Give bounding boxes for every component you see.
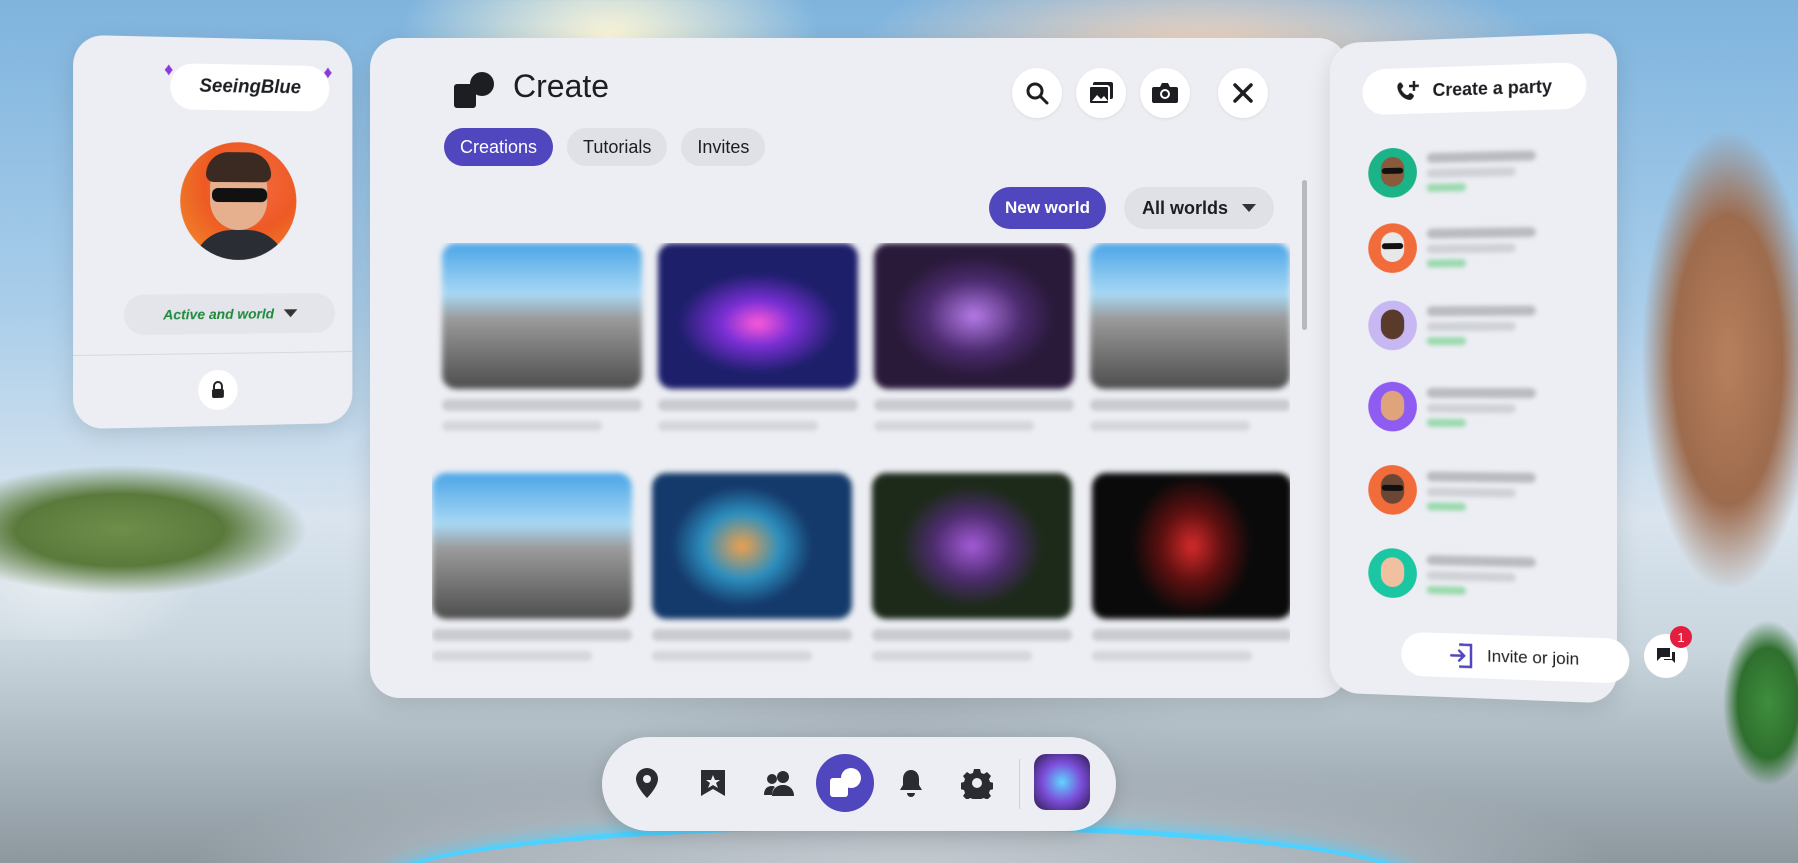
dock-create-button[interactable] xyxy=(816,754,874,812)
tab-creations[interactable]: Creations xyxy=(444,128,554,166)
new-world-button[interactable]: New world xyxy=(989,187,1107,229)
gallery-button[interactable] xyxy=(1076,68,1126,118)
world-card[interactable] xyxy=(1092,473,1290,661)
create-icon xyxy=(454,72,494,108)
search-icon xyxy=(1026,82,1049,105)
camera-button[interactable] xyxy=(1140,68,1190,118)
friend-avatar xyxy=(1368,222,1417,274)
camera-icon xyxy=(1152,83,1178,103)
join-icon xyxy=(1449,642,1475,669)
current-world-thumbnail[interactable] xyxy=(1034,754,1090,810)
chat-button[interactable]: 1 xyxy=(1644,626,1692,678)
worlds-filter-dropdown[interactable]: All worlds xyxy=(1124,187,1275,229)
world-thumbnail xyxy=(1090,243,1290,389)
world-thumbnail xyxy=(652,473,852,619)
world-card[interactable] xyxy=(432,473,632,661)
friend-avatar xyxy=(1368,547,1417,599)
friend-item[interactable] xyxy=(1368,299,1586,360)
add-call-icon xyxy=(1397,79,1420,101)
dock-people-button[interactable] xyxy=(750,754,808,812)
world-card[interactable] xyxy=(658,243,858,431)
divider xyxy=(73,351,353,357)
gem-icon: ♦ xyxy=(323,62,333,83)
username-label[interactable]: SeeingBlue xyxy=(170,63,330,112)
world-thumbnail xyxy=(1092,473,1290,619)
profile-panel: ♦ SeeingBlue ♦ Active and world xyxy=(73,34,353,430)
lock-icon xyxy=(211,381,225,399)
notification-badge: 1 xyxy=(1670,626,1692,648)
create-party-button[interactable]: Create a party xyxy=(1362,61,1587,116)
chevron-down-icon xyxy=(1242,204,1257,212)
friend-avatar xyxy=(1368,300,1417,351)
worlds-filter-label: All worlds xyxy=(1142,197,1229,218)
create-panel: Create Creations Tutorials Invites New w… xyxy=(370,38,1348,698)
world-card[interactable] xyxy=(874,243,1074,431)
tab-bar: Creations Tutorials Invites xyxy=(444,128,766,166)
friend-item[interactable] xyxy=(1368,464,1586,528)
dock xyxy=(602,737,1116,831)
dock-saved-button[interactable] xyxy=(684,754,742,812)
tab-invites[interactable]: Invites xyxy=(681,128,766,166)
friend-avatar xyxy=(1368,464,1417,516)
avatar[interactable] xyxy=(180,141,297,261)
friend-item[interactable] xyxy=(1368,143,1586,208)
chevron-down-icon xyxy=(283,309,298,318)
gear-icon xyxy=(961,769,993,799)
world-thumbnail xyxy=(658,243,858,389)
world-thumbnail xyxy=(432,473,632,619)
world-card[interactable] xyxy=(1090,243,1290,431)
location-pin-icon xyxy=(636,768,658,798)
world-grid xyxy=(432,243,1290,693)
friend-item[interactable] xyxy=(1368,547,1586,613)
scrollbar[interactable] xyxy=(1302,180,1307,330)
friend-avatar xyxy=(1368,147,1417,199)
create-icon xyxy=(830,768,861,797)
world-card[interactable] xyxy=(442,243,642,431)
plant-scenery xyxy=(1688,583,1798,803)
dock-location-button[interactable] xyxy=(618,754,676,812)
world-card[interactable] xyxy=(872,473,1072,661)
bell-icon xyxy=(900,770,922,797)
invite-or-join-button[interactable]: Invite or join xyxy=(1401,631,1630,684)
close-button[interactable] xyxy=(1218,68,1268,118)
world-thumbnail xyxy=(872,473,1072,619)
invite-or-join-label: Invite or join xyxy=(1487,646,1580,669)
lock-button[interactable] xyxy=(198,369,238,411)
close-icon xyxy=(1233,83,1253,103)
page-title: Create xyxy=(513,68,610,104)
create-party-label: Create a party xyxy=(1432,75,1553,100)
dock-settings-button[interactable] xyxy=(948,754,1006,812)
status-dropdown[interactable]: Active and world xyxy=(123,293,336,336)
dock-divider xyxy=(1019,759,1020,809)
friend-item[interactable] xyxy=(1368,381,1586,443)
tab-tutorials[interactable]: Tutorials xyxy=(567,128,668,166)
search-button[interactable] xyxy=(1012,68,1062,118)
gallery-icon xyxy=(1088,82,1113,105)
friend-avatar xyxy=(1368,381,1417,432)
world-thumbnail xyxy=(442,243,642,389)
world-card[interactable] xyxy=(652,473,852,661)
status-label: Active and world xyxy=(163,305,275,323)
world-thumbnail xyxy=(874,243,1074,389)
friend-item[interactable] xyxy=(1368,220,1586,283)
party-panel: Create a party Invite or join xyxy=(1329,32,1630,704)
people-icon xyxy=(764,771,794,796)
saved-worlds-icon xyxy=(701,770,725,796)
dock-notifications-button[interactable] xyxy=(882,754,940,812)
chat-icon xyxy=(1657,648,1675,663)
